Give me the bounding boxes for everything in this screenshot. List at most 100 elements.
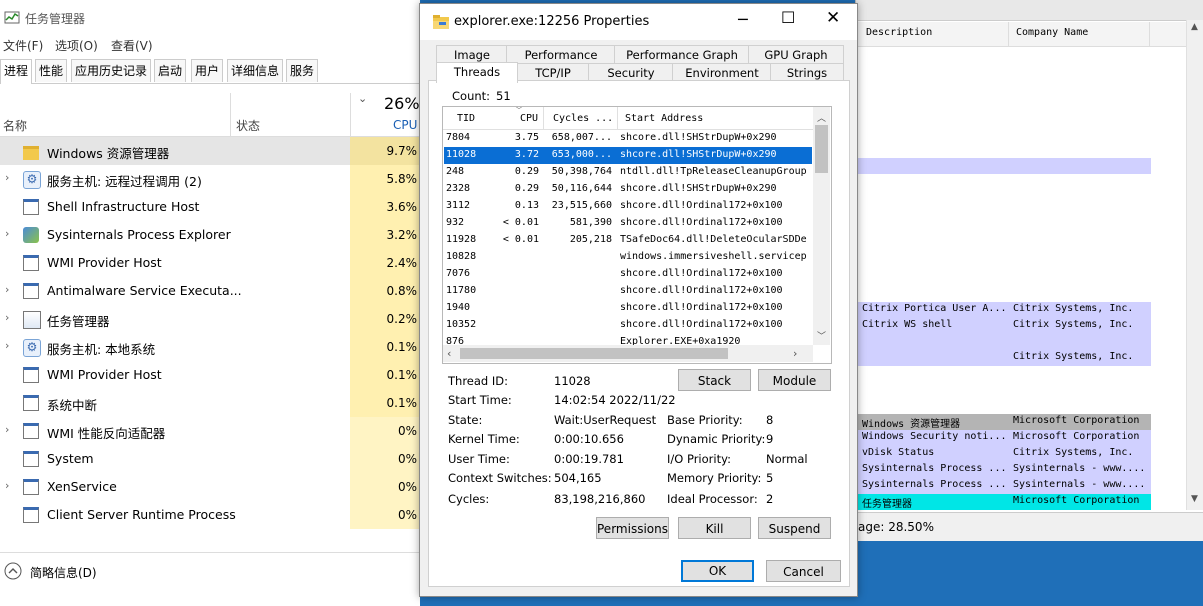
thread-list-hscroll[interactable]: ‹ › [443,345,813,362]
thread-row[interactable]: 248 0.29 50,398,764 ntdll.dll!TpReleaseClea… [444,164,812,181]
menu-view[interactable]: 查看(V) [111,37,153,54]
col-name[interactable]: 名称 [3,117,27,134]
menu-options[interactable]: 选项(O) [55,37,98,54]
thread-row[interactable]: 3112 0.13 23,515,660 shcore.dll!Ordinal172+… [444,198,812,215]
scroll-up-icon[interactable]: ︿ [817,111,826,124]
vscroll-thumb[interactable] [815,125,828,173]
kill-button[interactable]: Kill [678,517,751,539]
chevron-down-icon[interactable]: ⌄ [358,92,367,105]
thread-row[interactable]: 11928 < 0.01 205,218 TSafeDoc64.dll!DeleteO… [444,232,812,249]
tab-startup[interactable]: 启动 [154,59,187,82]
col-tid[interactable]: TID [457,113,475,124]
thread-row[interactable]: 7804 3.75 658,007... shcore.dll!SHStrDupW+0… [444,130,812,147]
pe-company: Citrix Systems, Inc. [1013,319,1134,330]
expand-chevron-icon[interactable]: › [5,423,9,436]
scroll-left-icon[interactable]: ‹ [447,347,451,360]
tab-processes[interactable]: 进程 [0,59,33,84]
expand-chevron-icon[interactable]: › [5,227,9,240]
pe-process-row[interactable]: Citrix Systems, Inc. [856,350,1151,366]
process-row[interactable]: › XenService 0% [0,473,420,501]
menu-file[interactable]: 文件(F) [3,37,43,54]
pe-col-company[interactable]: Company Name [1016,27,1088,38]
process-row[interactable]: System 0% [0,445,420,473]
pe-process-row[interactable]: Sysinternals Process ... Sysinternals - w… [856,462,1151,478]
pe-process-row[interactable]: vDisk Status Citrix Systems, Inc. [856,446,1151,462]
process-row[interactable]: › ⚙ 服务主机: 本地系统 0.1% [0,333,420,361]
stack-button[interactable]: Stack [678,369,751,391]
process-row[interactable]: 系统中断 0.1% [0,389,420,417]
tab-performance[interactable]: Performance [506,45,616,65]
permissions-button[interactable]: Permissions [596,517,669,539]
thread-row[interactable]: 10828 windows.immersiveshell.servicep [444,249,812,266]
thread-cycles: 23,515,660 [551,200,612,211]
col-cpu[interactable]: CPU [520,113,538,124]
tab-services[interactable]: 服务 [286,59,319,82]
process-cpu: 0.1% [350,389,420,417]
tab-performance[interactable]: 性能 [35,59,68,82]
col-status[interactable]: 状态 [236,117,260,134]
collapse-icon[interactable] [4,562,22,580]
pe-process-row[interactable]: Sysinternals Process ... Sysinternals - w… [856,478,1151,494]
process-row[interactable]: Shell Infrastructure Host 3.6% [0,193,420,221]
pe-process-row[interactable]: Citrix WS shell Citrix Systems, Inc. [856,318,1151,334]
ok-button[interactable]: OK [681,560,754,582]
scroll-right-icon[interactable]: › [793,347,797,360]
expand-chevron-icon[interactable]: › [5,479,9,492]
thread-row[interactable]: 1940 shcore.dll!Ordinal172+0x100 [444,300,812,317]
col-cycles[interactable]: Cycles ... [553,113,613,124]
process-row[interactable]: › ⚙ 服务主机: 远程过程调用 (2) 5.8% [0,165,420,193]
tab-app-history[interactable]: 应用历史记录 [71,59,152,82]
module-button[interactable]: Module [758,369,831,391]
process-row[interactable]: › Antimalware Service Executa... 0.8% [0,277,420,305]
thread-row[interactable]: 2328 0.29 50,116,644 shcore.dll!SHStrDupW+0… [444,181,812,198]
process-row[interactable]: › 任务管理器 0.2% [0,305,420,333]
pe-process-row[interactable]: 任务管理器 Microsoft Corporation [856,494,1151,510]
thread-row[interactable]: 10352 shcore.dll!Ordinal172+0x100 [444,317,812,334]
expand-chevron-icon[interactable]: › [5,339,9,352]
pe-process-row[interactable]: Windows Security noti... Microsoft Corpor… [856,430,1151,446]
thread-row[interactable]: 932 < 0.01 581,390 shcore.dll!Ordinal172+0x… [444,215,812,232]
thread-addr: shcore.dll!Ordinal172+0x100 [620,268,783,279]
thread-row[interactable]: 11028 3.72 653,000... shcore.dll!SHStrDupW+… [444,147,812,164]
expand-chevron-icon[interactable]: › [5,283,9,296]
minimize-icon[interactable]: ─ [738,10,748,29]
cycles-label: Cycles: [448,492,490,506]
hscroll-thumb[interactable] [460,348,728,359]
tab-performance-graph[interactable]: Performance Graph [614,45,750,65]
maximize-icon[interactable]: ☐ [781,8,795,27]
tab-details[interactable]: 详细信息 [227,59,284,82]
thread-row[interactable]: 7076 shcore.dll!Ordinal172+0x100 [444,266,812,283]
thread-list[interactable]: TID ﹀ CPU Cycles ... Start Address 7804 3… [442,106,832,364]
expand-chevron-icon[interactable]: › [5,171,9,184]
pe-process-row[interactable]: Windows 资源管理器 Microsoft Corporation [856,414,1151,430]
close-icon[interactable]: ✕ [826,8,840,28]
pe-company: Microsoft Corporation [1013,431,1140,442]
fewer-details-link[interactable]: 简略信息(D) [30,564,97,581]
process-row[interactable]: WMI Provider Host 0.1% [0,361,420,389]
process-row[interactable]: Client Server Runtime Process 0% [0,501,420,529]
tab-gpu-graph[interactable]: GPU Graph [748,45,844,65]
pe-col-description[interactable]: Description [866,27,932,38]
thread-row[interactable]: 11780 shcore.dll!Ordinal172+0x100 [444,283,812,300]
process-row[interactable]: Windows 资源管理器 9.7% [0,137,420,165]
pe-process-row[interactable]: Citrix Portica User A... Citrix Systems, … [856,302,1151,318]
count-value: 51 [496,89,511,103]
expand-chevron-icon[interactable]: › [5,311,9,324]
process-row[interactable]: WMI Provider Host 2.4% [0,249,420,277]
thread-list-vscroll[interactable]: ︿ ﹀ [813,107,830,345]
scroll-down-icon[interactable]: ﹀ [817,329,826,342]
pe-vertical-scrollbar[interactable]: ▲ ▼ [1186,20,1203,510]
cancel-button[interactable]: Cancel [766,560,841,582]
tab-users[interactable]: 用户 [191,59,224,82]
col-start-address[interactable]: Start Address [625,113,703,124]
tab-threads[interactable]: Threads [436,62,518,83]
pe-process-row[interactable] [856,334,1151,350]
col-cpu[interactable]: CPU [393,118,417,132]
scroll-up-icon[interactable]: ▲ [1191,22,1198,32]
process-row[interactable]: › WMI 性能反向适配器 0% [0,417,420,445]
scroll-down-icon[interactable]: ▼ [1191,494,1198,504]
process-row[interactable]: › Sysinternals Process Explorer 3.2% [0,221,420,249]
pe-description: vDisk Status [862,447,935,458]
suspend-button[interactable]: Suspend [758,517,831,539]
thread-cpu: < 0.01 [502,234,539,245]
